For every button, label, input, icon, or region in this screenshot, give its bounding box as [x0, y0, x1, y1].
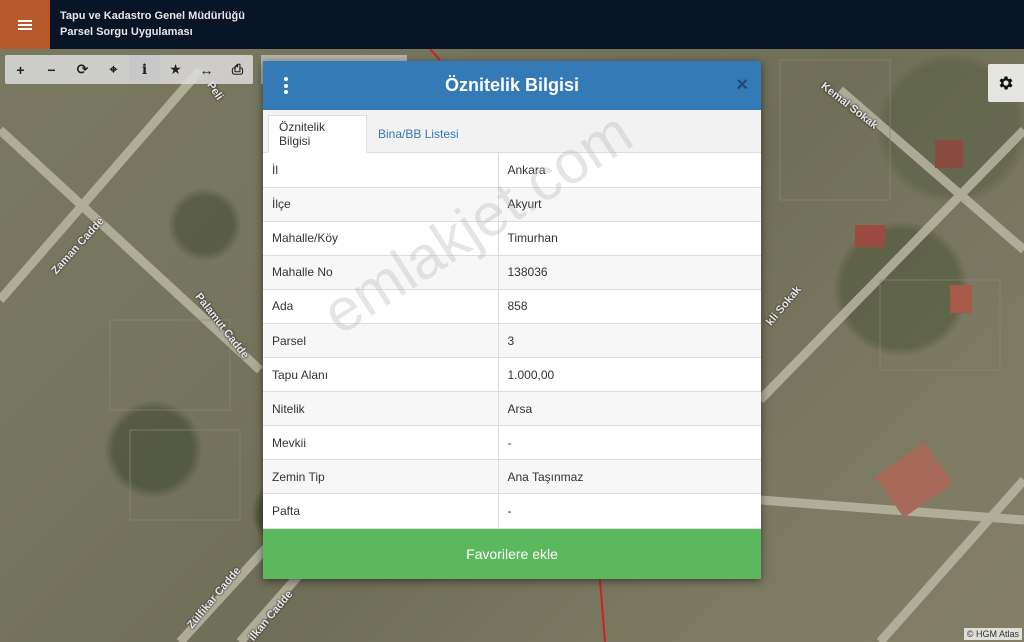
app-title: Tapu ve Kadastro Genel Müdürlüğü Parsel …: [60, 8, 245, 40]
arrows-horizontal-icon: ↔: [199, 61, 214, 78]
attribute-key: Mahalle No: [263, 255, 499, 290]
plus-icon: +: [16, 61, 25, 78]
dialog-tabs: Öznitelik Bilgisi Bina/BB Listesi: [263, 110, 761, 153]
dialog-title: Öznitelik Bilgisi: [444, 75, 580, 95]
info-icon: i: [141, 61, 148, 78]
table-row: Mevkii -: [263, 425, 761, 461]
attribute-key: Nitelik: [263, 391, 499, 427]
attribute-key: Tapu Alanı: [263, 357, 499, 393]
zoom-in-button[interactable]: +: [5, 55, 36, 84]
tab-attribute-info[interactable]: Öznitelik Bilgisi: [268, 115, 367, 153]
refresh-icon: ⟳: [76, 61, 89, 77]
measure-button[interactable]: ↔: [191, 55, 222, 84]
attribute-key: Ada: [263, 289, 499, 324]
close-icon[interactable]: ×: [736, 75, 748, 95]
more-options-icon[interactable]: [283, 77, 289, 94]
attribute-table: İl Ankara İlçe Akyurt Mahalle/Köy Timurhan Mah…: [263, 153, 761, 529]
app-header: Tapu ve Kadastro Genel Müdürlüğü Parsel …: [0, 0, 1024, 49]
app-title-line2: Parsel Sorgu Uygulaması: [60, 26, 193, 38]
attribute-value: Ana Taşınmaz: [498, 459, 761, 495]
attribute-info-dialog: Öznitelik Bilgisi × Öznitelik Bilgisi Bi…: [263, 61, 761, 579]
table-row: Parsel 3: [263, 323, 761, 359]
attribute-value: Arsa: [498, 391, 761, 427]
locate-button[interactable]: ⌖: [98, 55, 129, 84]
minus-icon: −: [47, 61, 56, 78]
table-row: Pafta -: [263, 493, 761, 529]
table-row: Tapu Alanı 1.000,00: [263, 357, 761, 393]
crosshair-icon: ⌖: [109, 61, 118, 77]
table-row: Ada 858: [263, 289, 761, 324]
refresh-button[interactable]: ⟳: [67, 55, 98, 84]
attribute-key: Zemin Tip: [263, 459, 499, 495]
hamburger-icon: [18, 19, 32, 30]
zoom-out-button[interactable]: −: [36, 55, 67, 84]
attribute-value: 1.000,00: [498, 357, 761, 393]
dialog-header: Öznitelik Bilgisi ×: [263, 61, 761, 110]
map-attribution: © HGM Atlas: [963, 628, 1022, 640]
table-row: Zemin Tip Ana Taşınmaz: [263, 459, 761, 495]
attribute-value: -: [498, 493, 761, 529]
attribute-value: -: [498, 425, 761, 461]
attribute-value: Akyurt: [498, 187, 761, 222]
attribute-value: 3: [498, 323, 761, 359]
attribute-key: Pafta: [263, 493, 499, 529]
attribute-key: Mahalle/Köy: [263, 221, 499, 256]
attribute-value: 858: [498, 289, 761, 324]
attribute-value: Ankara: [498, 153, 761, 188]
menu-button[interactable]: [0, 0, 50, 49]
attribute-value: 138036: [498, 255, 761, 290]
star-icon: ★: [169, 61, 182, 77]
settings-button[interactable]: [988, 64, 1024, 102]
gear-icon: [999, 76, 1013, 90]
attribute-key: İl: [263, 153, 499, 188]
print-button[interactable]: ⎙: [222, 55, 253, 84]
attribute-value: Timurhan: [498, 221, 761, 256]
table-row: Nitelik Arsa: [263, 391, 761, 427]
map-toolbar: + − ⟳ ⌖ i ★ ↔ ⎙: [5, 55, 253, 84]
tab-building-list[interactable]: Bina/BB Listesi: [368, 115, 469, 153]
app-title-line1: Tapu ve Kadastro Genel Müdürlüğü: [60, 10, 245, 22]
favorite-button[interactable]: ★: [160, 55, 191, 84]
info-button[interactable]: i: [129, 55, 160, 84]
attribute-key: Mevkii: [263, 425, 499, 461]
table-row: İl Ankara: [263, 153, 761, 188]
attribute-key: İlçe: [263, 187, 499, 222]
add-to-favorites-button[interactable]: Favorilere ekle: [263, 529, 761, 579]
table-row: İlçe Akyurt: [263, 187, 761, 222]
attribute-key: Parsel: [263, 323, 499, 359]
table-row: Mahalle/Köy Timurhan: [263, 221, 761, 256]
print-icon: ⎙: [231, 61, 244, 77]
table-row: Mahalle No 138036: [263, 255, 761, 290]
